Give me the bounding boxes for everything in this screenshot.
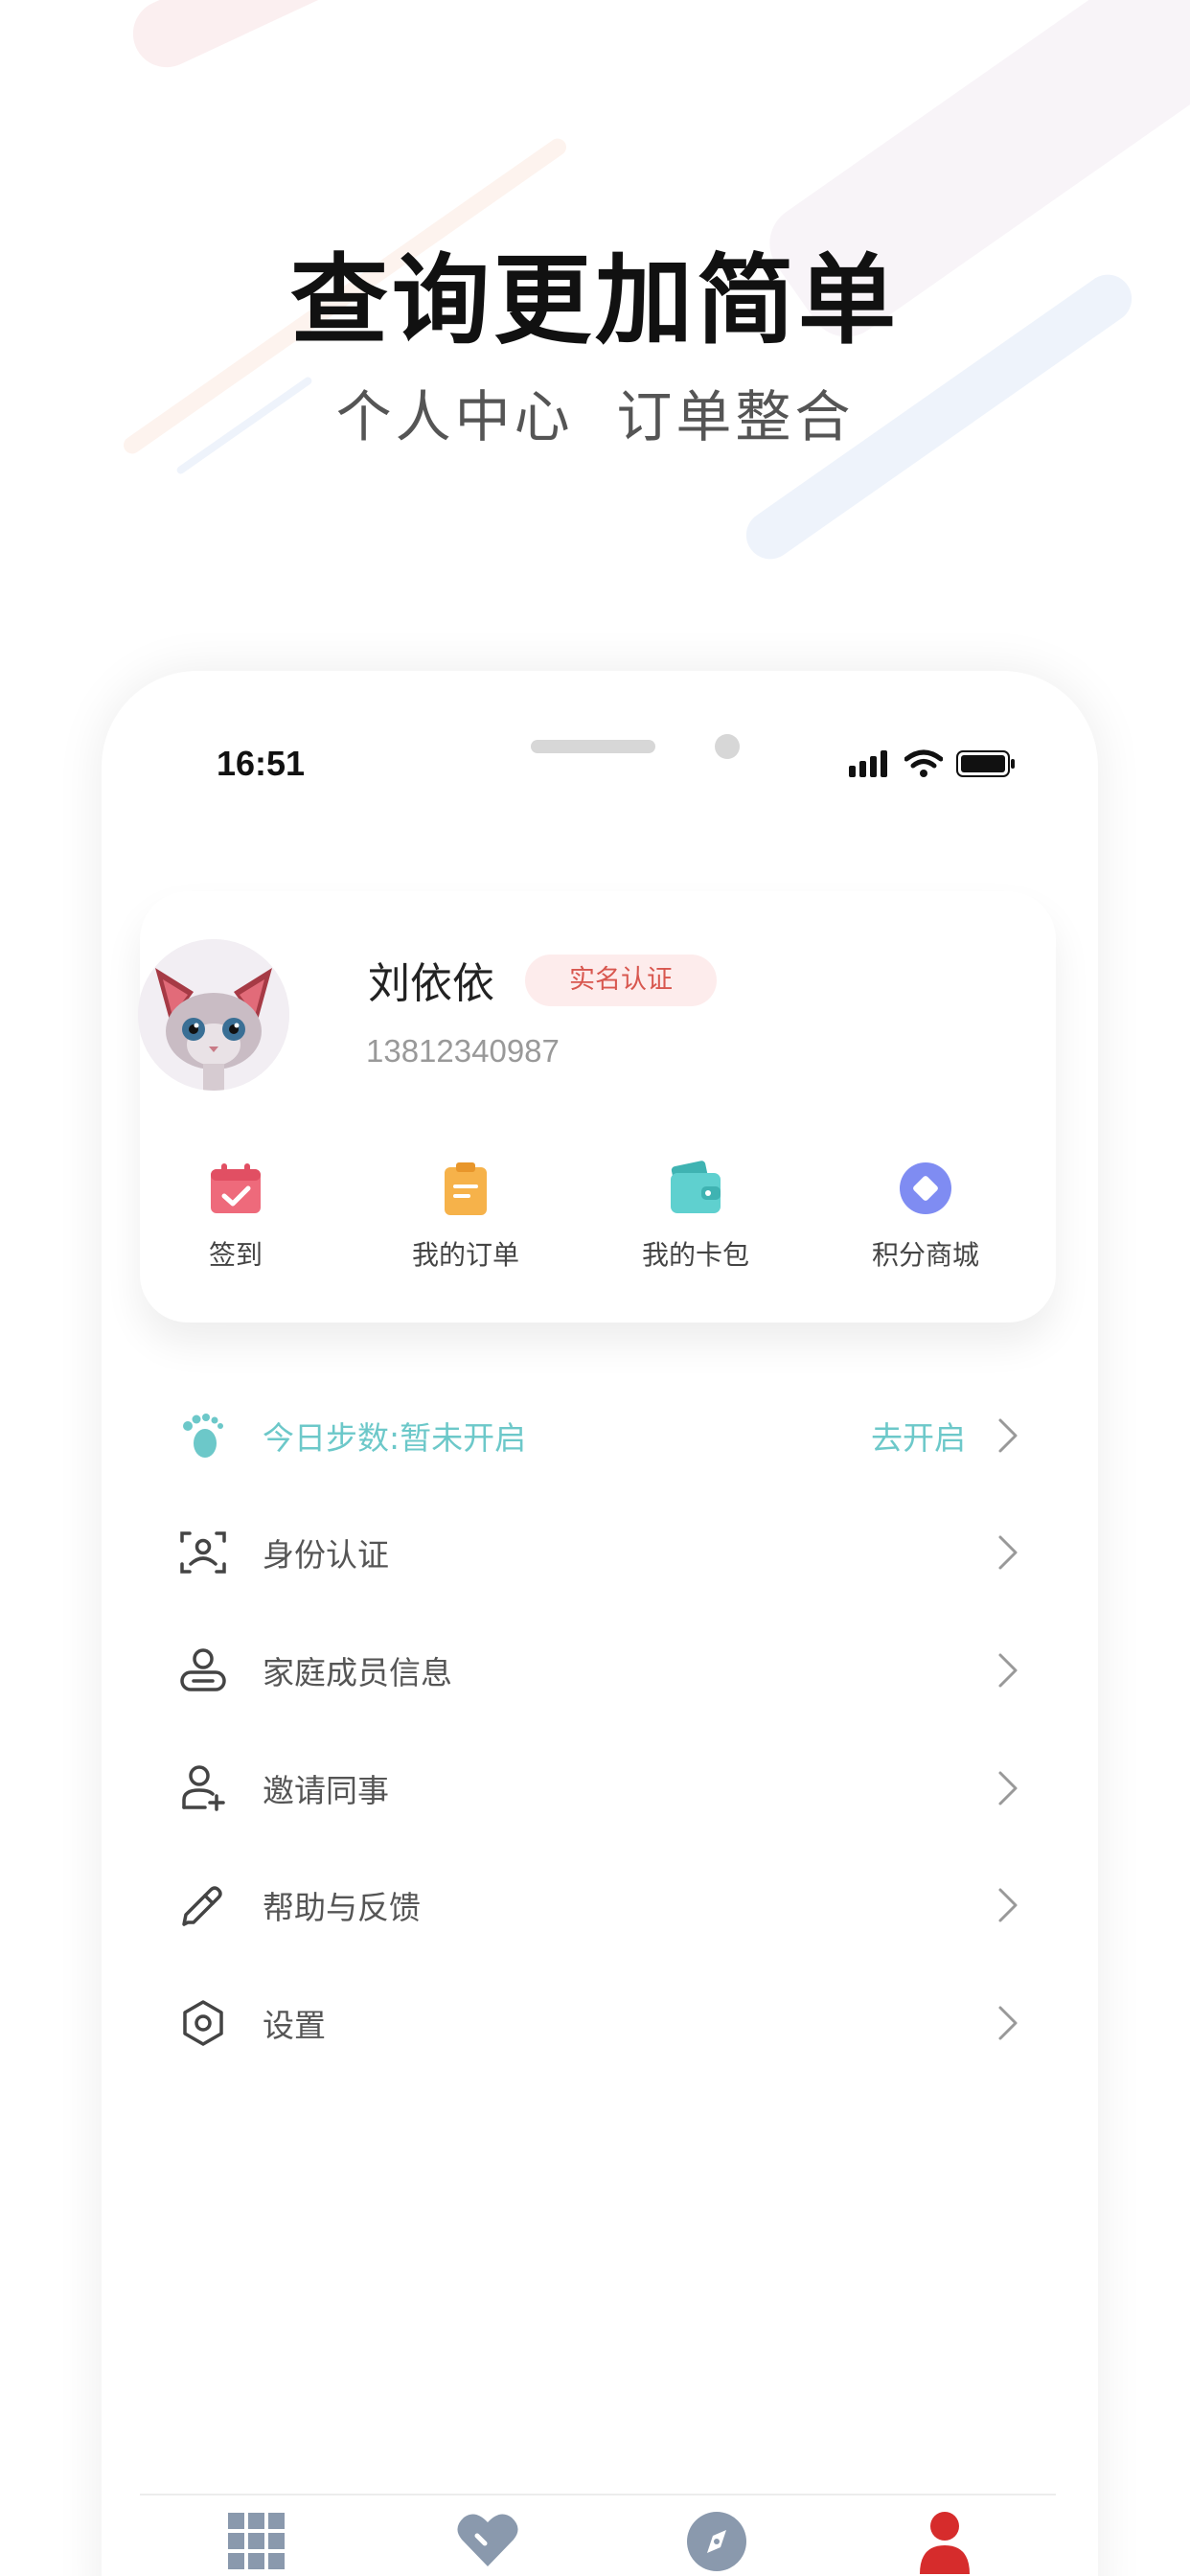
user-name: 刘依依 bbox=[368, 959, 494, 1008]
verify-badge[interactable]: 实名认证 bbox=[525, 954, 717, 1006]
quick-action-wallet[interactable]: 我的卡包 bbox=[600, 1160, 791, 1273]
chevron-right-icon bbox=[998, 1535, 1018, 1570]
wifi-icon bbox=[904, 749, 943, 777]
pencil-icon bbox=[182, 1886, 222, 1926]
decor-stroke bbox=[122, 0, 377, 79]
footprint-icon bbox=[183, 1414, 223, 1458]
chevron-right-icon bbox=[998, 1888, 1018, 1922]
tab-discover[interactable] bbox=[686, 2511, 763, 2576]
phone-number: 13812340987 bbox=[366, 1033, 560, 1069]
menu-label: 帮助与反馈 bbox=[263, 1889, 421, 1926]
quick-action-checkin[interactable]: 签到 bbox=[140, 1160, 332, 1273]
family-icon bbox=[180, 1648, 226, 1691]
battery-icon bbox=[956, 750, 1015, 777]
add-user-icon bbox=[182, 1765, 225, 1811]
tabbar-divider bbox=[140, 2494, 1056, 2496]
menu-label: 今日步数:暂未开启 bbox=[263, 1419, 527, 1457]
quick-action-points-mall[interactable]: 积分商城 bbox=[830, 1160, 1021, 1273]
menu-label: 设置 bbox=[263, 2007, 326, 2044]
tab-profile[interactable] bbox=[916, 2511, 993, 2576]
menu-row-help[interactable]: 帮助与反馈 bbox=[178, 1874, 1021, 1932]
cat-avatar-image bbox=[138, 939, 289, 1091]
chevron-right-icon bbox=[998, 1418, 1018, 1453]
diamond-icon bbox=[900, 1162, 951, 1214]
quick-action-label: 我的订单 bbox=[411, 1239, 519, 1271]
quick-action-label: 签到 bbox=[208, 1239, 263, 1271]
person-icon bbox=[920, 2512, 970, 2574]
wallet-icon bbox=[671, 1161, 721, 1213]
clipboard-icon bbox=[445, 1162, 487, 1215]
menu-row-steps[interactable]: 今日步数:暂未开启 去开启 bbox=[178, 1405, 1021, 1462]
menu-row-identity[interactable]: 身份认证 bbox=[178, 1522, 1021, 1579]
signal-icon bbox=[849, 750, 887, 777]
menu-row-invite[interactable]: 邀请同事 bbox=[178, 1758, 1021, 1815]
avatar[interactable] bbox=[138, 939, 289, 1091]
menu-label: 家庭成员信息 bbox=[263, 1654, 452, 1691]
tab-home[interactable] bbox=[226, 2511, 303, 2576]
chevron-right-icon bbox=[998, 1653, 1018, 1688]
grid-icon bbox=[228, 2513, 285, 2569]
quick-action-label: 我的卡包 bbox=[641, 1239, 749, 1271]
quick-action-orders[interactable]: 我的订单 bbox=[370, 1160, 561, 1273]
calendar-check-icon bbox=[211, 1163, 261, 1213]
heart-icon bbox=[457, 2514, 518, 2566]
tab-health[interactable] bbox=[456, 2511, 533, 2576]
status-time: 16:51 bbox=[217, 744, 306, 783]
compass-icon bbox=[687, 2512, 746, 2571]
quick-action-label: 积分商城 bbox=[871, 1239, 979, 1271]
chevron-right-icon bbox=[998, 2006, 1018, 2040]
phone-speaker bbox=[531, 740, 655, 753]
menu-label: 身份认证 bbox=[263, 1536, 389, 1574]
menu-label: 邀请同事 bbox=[263, 1772, 389, 1809]
id-scan-icon bbox=[180, 1531, 226, 1574]
headline-title: 查询更加简单 bbox=[290, 244, 900, 358]
phone-camera bbox=[715, 734, 740, 759]
menu-row-family[interactable]: 家庭成员信息 bbox=[178, 1640, 1021, 1697]
status-icons bbox=[849, 749, 1016, 778]
headline-subtitle: 个人中心 订单整合 bbox=[335, 384, 855, 449]
chevron-right-icon bbox=[998, 1771, 1018, 1806]
phone-frame: 16:51 刘依依 实名认证 13812340987 签到 我的订单 我的卡包 … bbox=[102, 671, 1098, 2576]
enable-steps-link[interactable]: 去开启 bbox=[871, 1413, 966, 1459]
menu-row-settings[interactable]: 设置 bbox=[178, 1992, 1021, 2050]
settings-hex-icon bbox=[183, 2000, 223, 2046]
